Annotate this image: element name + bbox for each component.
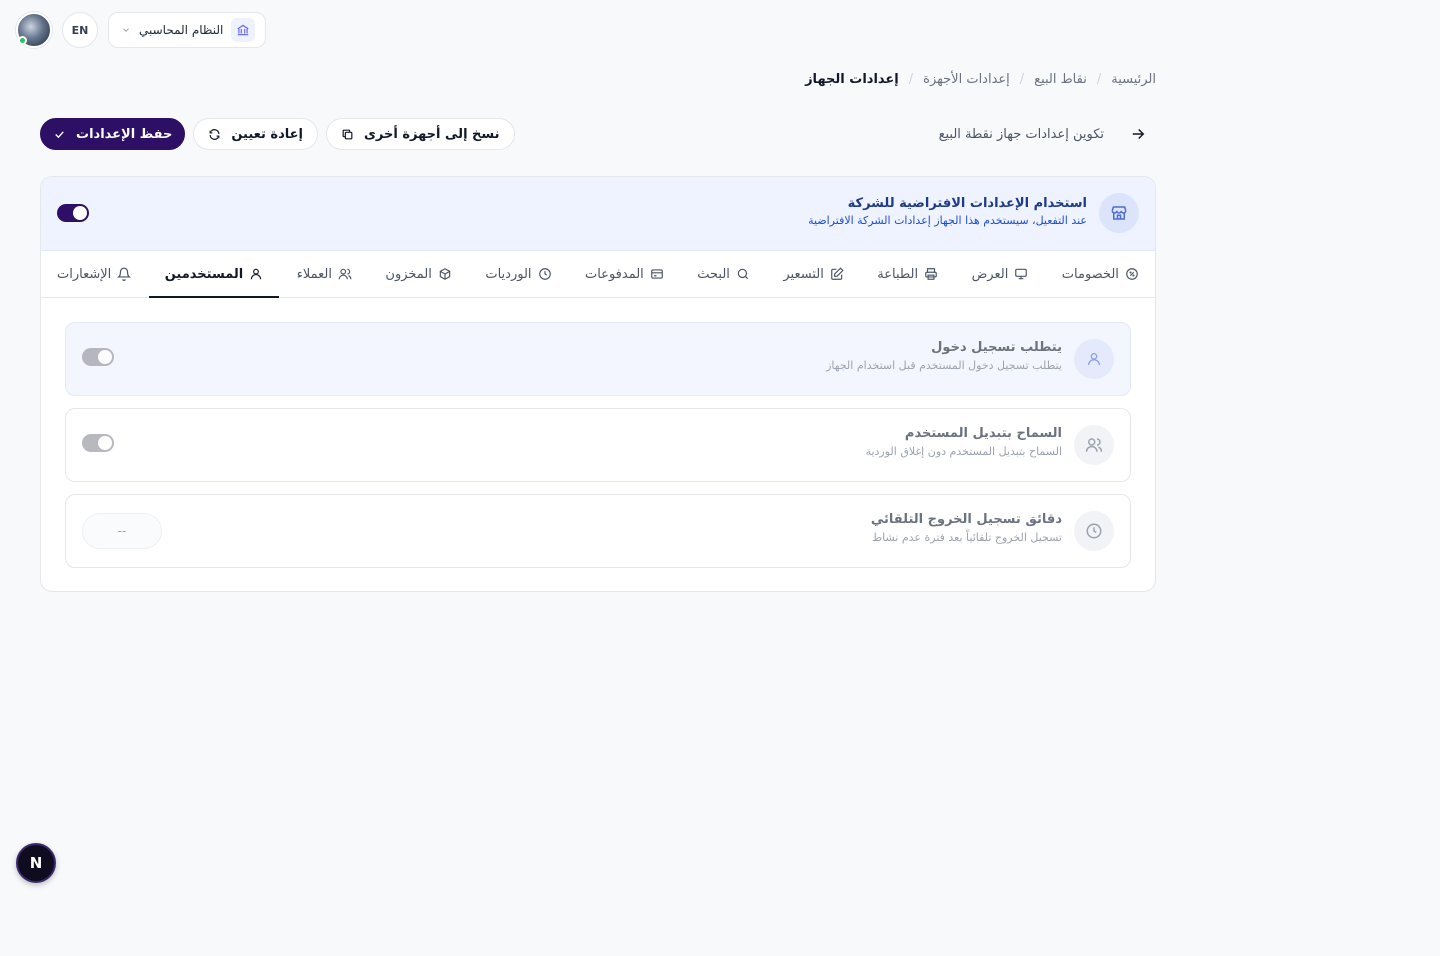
tab-pricing[interactable]: التسعير: [767, 251, 859, 297]
setting-text: دقائق تسجيل الخروج التلقائي تسجيل الخروج…: [871, 512, 1062, 544]
breadcrumb-separator: /: [1096, 72, 1102, 87]
users-icon: [1074, 425, 1114, 465]
tab-label: الورديات: [485, 266, 532, 282]
search-icon: [736, 267, 750, 281]
credit-card-icon: [650, 267, 664, 281]
tab-notifications[interactable]: الإشعارات: [41, 251, 147, 297]
toggle-knob: [98, 436, 112, 450]
tab-label: العرض: [971, 266, 1009, 282]
tab-display[interactable]: العرض: [956, 251, 1045, 297]
chevron-down-icon: [121, 25, 131, 35]
system-selector[interactable]: النظام المحاسبي: [108, 12, 267, 48]
require-login-setting: يتطلب تسجيل دخول يتطلب تسجيل دخول المستخ…: [65, 322, 1131, 396]
device-settings-card: استخدام الإعدادات الافتراضية للشركة عند …: [40, 176, 1156, 592]
breadcrumb-devices[interactable]: إعدادات الأجهزة: [923, 72, 1010, 87]
breadcrumb: الرئيسية / نقاط البيع / إعدادات الأجهزة …: [805, 72, 1156, 87]
monitor-icon: [1014, 267, 1028, 281]
system-name: النظام المحاسبي: [139, 23, 224, 37]
save-settings-button[interactable]: حفظ الإعدادات: [40, 118, 186, 150]
tab-label: الطباعة: [877, 266, 919, 282]
breadcrumb-current: إعدادات الجهاز: [805, 72, 899, 87]
tab-label: البحث: [697, 266, 730, 282]
tab-shifts[interactable]: الورديات: [469, 251, 567, 297]
copy-to-devices-button[interactable]: نسخ إلى أجهزة أخرى: [325, 118, 515, 150]
defaults-title: استخدام الإعدادات الافتراضية للشركة: [847, 196, 1087, 211]
allow-user-switch-toggle[interactable]: [82, 434, 114, 452]
floating-action-button[interactable]: N: [16, 843, 56, 883]
breadcrumb-pos[interactable]: نقاط البيع: [1034, 72, 1087, 87]
page-header: تكوين إعدادات جهاز نقطة البيع حفظ الإعدا…: [40, 118, 1156, 150]
breadcrumb-separator: /: [1019, 72, 1025, 87]
setting-description: السماح بتبديل المستخدم دون إغلاق الوردية: [865, 445, 1062, 458]
breadcrumb-home[interactable]: الرئيسية: [1111, 72, 1156, 87]
toggle-knob: [73, 206, 87, 220]
tab-printing[interactable]: الطباعة: [861, 251, 954, 297]
setting-title: دقائق تسجيل الخروج التلقائي: [870, 512, 1062, 527]
defaults-text: استخدام الإعدادات الافتراضية للشركة عند …: [808, 196, 1087, 227]
store-icon: [1099, 193, 1139, 233]
tab-users[interactable]: المستخدمين: [148, 251, 280, 298]
tab-discounts[interactable]: الخصومات: [1046, 251, 1155, 297]
printer-icon: [924, 267, 938, 281]
setting-text: السماح بتبديل المستخدم السماح بتبديل الم…: [866, 426, 1062, 458]
settings-tabs: الخصومات العرض الطباعة التسعير البحث الم…: [41, 251, 1155, 298]
tab-label: المخزون: [385, 266, 432, 282]
allow-user-switch-setting: السماح بتبديل المستخدم السماح بتبديل الم…: [65, 408, 1131, 482]
company-defaults-banner: استخدام الإعدادات الافتراضية للشركة عند …: [41, 177, 1155, 251]
users-icon: [338, 267, 352, 281]
tab-label: الخصومات: [1061, 266, 1119, 282]
page-subtitle: تكوين إعدادات جهاز نقطة البيع: [938, 127, 1104, 142]
tab-search[interactable]: البحث: [681, 251, 766, 297]
breadcrumb-separator: /: [908, 72, 914, 87]
setting-title: السماح بتبديل المستخدم: [904, 426, 1062, 441]
language-switch-button[interactable]: EN: [62, 12, 98, 48]
reset-label: إعادة تعيين: [231, 126, 303, 142]
online-status-dot: [18, 36, 27, 45]
box-icon: [438, 267, 452, 281]
refresh-icon: [208, 128, 221, 141]
tab-label: التسعير: [783, 266, 824, 282]
header-actions: حفظ الإعدادات إعادة تعيين نسخ إلى أجهزة …: [40, 118, 515, 150]
back-arrow-icon[interactable]: [1126, 122, 1150, 146]
tab-label: العملاء: [296, 266, 332, 282]
percent-icon: [1125, 267, 1139, 281]
setting-description: تسجيل الخروج تلقائياً بعد فترة عدم نشاط: [871, 531, 1062, 544]
toggle-knob: [98, 350, 112, 364]
bank-icon: [231, 18, 256, 42]
edit-icon: [830, 267, 844, 281]
tab-label: المدفوعات: [584, 266, 644, 282]
reset-button[interactable]: إعادة تعيين: [193, 118, 318, 150]
setting-description: يتطلب تسجيل دخول المستخدم قبل استخدام ال…: [826, 359, 1062, 372]
tab-label: الإشعارات: [57, 266, 112, 282]
user-avatar[interactable]: [16, 12, 52, 48]
auto-logout-setting: دقائق تسجيل الخروج التلقائي تسجيل الخروج…: [65, 494, 1131, 568]
copy-icon: [341, 128, 354, 141]
setting-text: يتطلب تسجيل دخول يتطلب تسجيل دخول المستخ…: [826, 340, 1062, 372]
clock-icon: [538, 267, 552, 281]
users-settings-panel: يتطلب تسجيل دخول يتطلب تسجيل دخول المستخ…: [41, 298, 1155, 568]
bell-icon: [117, 267, 132, 281]
tab-inventory[interactable]: المخزون: [369, 251, 467, 297]
require-login-toggle[interactable]: [82, 348, 114, 366]
defaults-description: عند التفعيل، سيستخدم هذا الجهاز إعدادات …: [808, 214, 1087, 227]
user-icon: [249, 267, 263, 281]
clock-icon: [1074, 511, 1114, 551]
tab-label: المستخدمين: [164, 266, 244, 282]
tab-customers[interactable]: العملاء: [281, 251, 368, 297]
tab-payments[interactable]: المدفوعات: [569, 251, 680, 297]
topbar: EN النظام المحاسبي: [16, 12, 267, 48]
auto-logout-minutes-input[interactable]: --: [82, 513, 162, 549]
check-icon: [53, 128, 66, 141]
use-defaults-toggle[interactable]: [57, 204, 89, 222]
user-icon: [1074, 339, 1114, 379]
copy-label: نسخ إلى أجهزة أخرى: [363, 126, 500, 142]
setting-title: يتطلب تسجيل دخول: [931, 340, 1062, 355]
save-label: حفظ الإعدادات: [76, 126, 173, 142]
